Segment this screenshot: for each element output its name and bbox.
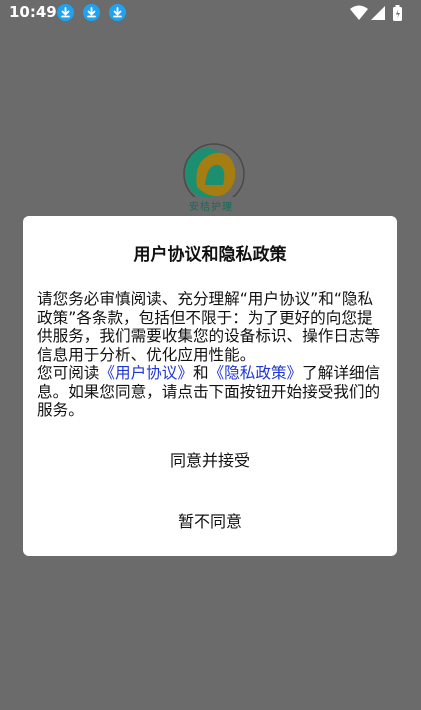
signal-icon bbox=[371, 6, 385, 20]
status-bar: 10:49 bbox=[0, 0, 421, 26]
download-icon bbox=[109, 4, 126, 21]
dialog-body: 请您务必审慎阅读、充分理解“用户协议”和“隐私政策”各条款，包括但不限于：为了更… bbox=[37, 290, 385, 420]
app-logo-text: 安桔护理 bbox=[189, 202, 233, 213]
download-icon bbox=[57, 4, 74, 21]
dialog-body-paragraph-2: 您可阅读《用户协议》和《隐私政策》了解详细信息。如果您同意，请点击下面按钮开始接… bbox=[37, 364, 385, 420]
user-agreement-link[interactable]: 《用户协议》 bbox=[99, 364, 193, 382]
decline-button[interactable]: 暂不同意 bbox=[23, 508, 397, 532]
wifi-icon bbox=[350, 5, 368, 20]
dialog-body-paragraph-1: 请您务必审慎阅读、充分理解“用户协议”和“隐私政策”各条款，包括但不限于：为了更… bbox=[37, 290, 381, 364]
dialog-title: 用户协议和隐私政策 bbox=[133, 245, 287, 265]
download-icon bbox=[83, 4, 100, 21]
privacy-dialog: 用户协议和隐私政策 请您务必审慎阅读、充分理解“用户协议”和“隐私政策”各条款，… bbox=[23, 216, 397, 556]
status-right-icons bbox=[349, 4, 411, 26]
battery-icon bbox=[393, 5, 402, 21]
agree-button[interactable]: 同意并接受 bbox=[23, 447, 397, 471]
privacy-policy-link[interactable]: 《隐私政策》 bbox=[209, 364, 303, 382]
body-text: 和 bbox=[192, 364, 209, 382]
body-text: 您可阅读 bbox=[37, 364, 100, 382]
status-time: 10:49 bbox=[9, 3, 57, 21]
